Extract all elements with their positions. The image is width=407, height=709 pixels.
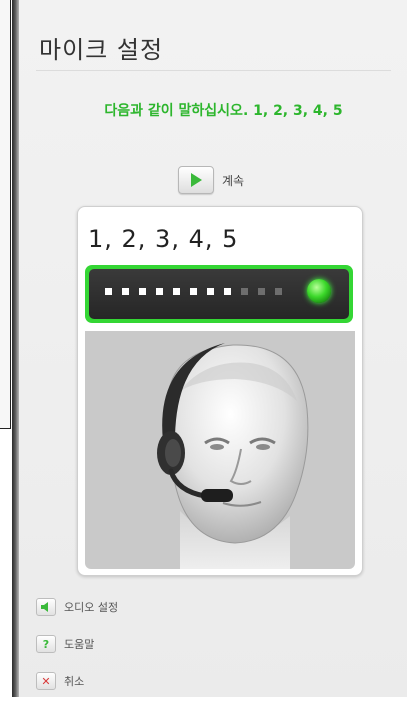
close-icon[interactable]: ✕ (36, 672, 56, 690)
level-bars (105, 288, 282, 295)
level-bar-on (190, 288, 197, 295)
question-icon[interactable]: ? (36, 635, 56, 653)
numbers-to-say: 1, 2, 3, 4, 5 (88, 225, 239, 253)
level-bar-on (224, 288, 231, 295)
level-bar-on (105, 288, 112, 295)
background-window (0, 0, 11, 429)
level-bar-on (207, 288, 214, 295)
level-bar-on (156, 288, 163, 295)
headset-head-icon (157, 343, 309, 569)
continue-button[interactable]: 계속 (178, 166, 244, 194)
level-bar-off (241, 288, 248, 295)
level-bar-on (122, 288, 129, 295)
help-label: 도움말 (64, 638, 95, 651)
headset-illustration (85, 331, 355, 569)
cancel-label: 취소 (64, 675, 85, 688)
level-meter (85, 265, 353, 323)
window-title: 마이크 설정 (39, 36, 164, 64)
cancel-link[interactable]: ✕ 취소 (36, 672, 118, 690)
prompt-card: 1, 2, 3, 4, 5 (77, 206, 363, 576)
level-bar-on (173, 288, 180, 295)
audio-settings-label: 오디오 설정 (64, 601, 119, 614)
instruction-text: 다음과 같이 말하십시오. 1, 2, 3, 4, 5 (104, 103, 343, 119)
green-led-icon (307, 279, 331, 303)
play-icon[interactable] (178, 166, 214, 194)
help-link[interactable]: ? 도움말 (36, 635, 118, 653)
continue-label: 계속 (222, 173, 245, 188)
level-bar-off (258, 288, 265, 295)
title-divider (36, 70, 391, 71)
level-bar-off (275, 288, 282, 295)
bottom-menu: 오디오 설정 ? 도움말 ✕ 취소 (36, 598, 118, 709)
level-bar-on (139, 288, 146, 295)
speaker-icon[interactable] (36, 598, 56, 616)
audio-settings-link[interactable]: 오디오 설정 (36, 598, 118, 616)
